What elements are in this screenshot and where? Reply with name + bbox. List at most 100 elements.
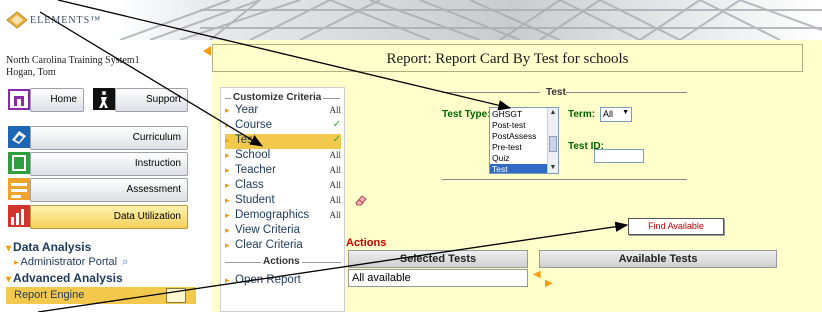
actions-label: Actions [346,237,387,249]
selected-tests-item[interactable]: All available [352,272,411,284]
criteria-value: All [329,105,341,115]
scroll-thumb[interactable] [549,136,557,152]
test-type-listbox[interactable]: GHSGT Post-test PostAssess Pre-test Quiz… [489,107,559,174]
curriculum-button[interactable]: Curriculum [30,126,188,150]
divider [566,92,687,93]
data-analysis-section[interactable]: ▾ Data Analysis [6,240,91,254]
test-type-option[interactable]: GHSGT [490,109,548,119]
home-button[interactable]: Home [30,88,84,112]
instruction-button[interactable]: Instruction [30,152,188,176]
checkmark-icon: ✓ [332,134,341,145]
collapse-nav-tab[interactable] [203,46,211,56]
criteria-label: Student [235,194,275,206]
scroll-up-icon[interactable]: ▲ [548,108,558,118]
system-name: North Carolina Training System1 [6,55,140,66]
instruction-label: Instruction [134,158,181,169]
expanded-triangle-icon: ▾ [6,274,12,285]
data-utilization-button[interactable]: Data Utilization [30,205,188,229]
move-right-arrow-icon[interactable]: ▶ [545,278,553,289]
eraser-icon[interactable] [354,194,368,206]
bullet-triangle-icon: ▸ [14,257,19,267]
test-type-option[interactable]: Post-test [490,120,548,130]
chevron-down-icon: ▼ [622,109,629,116]
bullet-triangle-icon: ▸ [225,275,230,285]
term-select[interactable]: All ▼ [600,107,632,122]
left-nav: North Carolina Training System1 Hogan, T… [0,40,211,312]
criteria-school[interactable]: ▸ School All [225,149,341,164]
actions-subheader: Actions [225,256,341,270]
criteria-label: Teacher [235,164,276,176]
criteria-value: All [329,165,341,175]
test-type-option[interactable]: PostAssess [490,131,548,141]
selected-tests-list[interactable]: All available [348,269,528,287]
test-type-option-selected[interactable]: Test [490,164,548,173]
home-label: Home [50,94,77,105]
criteria-year[interactable]: ▸ Year All [225,104,341,119]
criteria-value: All [329,180,341,190]
criteria-teacher[interactable]: ▸ Teacher All [225,164,341,179]
criteria-student[interactable]: ▸ Student All [225,194,341,209]
assessment-label: Assessment [126,184,181,195]
actions-subheader-title: Actions [261,256,302,267]
elements-logo[interactable]: ELEMENTS™ [6,10,101,30]
open-report-link[interactable]: ▸ Open Report [225,274,341,289]
scroll-down-icon[interactable]: ▼ [548,163,558,173]
divider [442,92,540,93]
test-group-title: Test [546,87,566,98]
home-icon [8,89,30,110]
data-utilization-label: Data Utilization [113,211,181,222]
test-type-option[interactable]: Quiz [490,153,548,163]
assessment-button[interactable]: Assessment [30,178,188,202]
report-title-bar: Report: Report Card By Test for schools [212,44,803,72]
bullet-triangle-icon: ▸ [225,225,230,235]
criteria-label: School [235,149,271,161]
advanced-analysis-section[interactable]: ▾ Advanced Analysis [6,271,123,285]
test-type-option[interactable]: Pre-test [490,142,548,152]
customize-criteria-title: Customize Criteria [231,92,324,103]
curriculum-icon [8,126,30,148]
criteria-value: All [329,195,341,205]
magnifier-icon: ⌕ [122,256,129,268]
criteria-label: View Criteria [235,224,300,236]
administrator-portal-link[interactable]: ▸ Administrator Portal ⌕ [14,256,128,269]
bullet-triangle-icon: ▸ [225,210,230,220]
report-engine-label: Report Engine [14,289,85,301]
term-label: Term: [568,109,596,120]
divider [442,179,687,180]
logo-mark-icon [6,11,28,29]
criteria-class[interactable]: ▸ Class All [225,179,341,194]
criteria-value: All [329,210,341,220]
support-label: Support [145,94,181,105]
support-button[interactable]: Support [115,88,188,112]
curriculum-label: Curriculum [132,132,181,143]
criteria-label: Demographics [235,209,310,221]
criteria-course[interactable]: ▸ Course ✓ [225,119,341,134]
view-criteria-link[interactable]: ▸ View Criteria [225,224,341,239]
selected-tests-header: Selected Tests [348,250,528,268]
bullet-triangle-icon: ▸ [225,150,230,160]
logo-text: ELEMENTS™ [30,14,102,26]
clear-criteria-link[interactable]: ▸ Clear Criteria [225,239,341,254]
report-engine-item[interactable]: Report Engine [6,287,196,304]
banner-truss-graphic [119,0,822,40]
criteria-label: Class [235,179,264,191]
listbox-scrollbar[interactable]: ▲ ▼ [547,108,558,173]
header-banner: ELEMENTS™ [0,0,822,40]
test-type-label: Test Type: [442,109,491,120]
available-tests-header: Available Tests [539,250,777,268]
move-left-arrow-icon[interactable]: ◀ [533,269,541,280]
criteria-label: Year [235,104,259,116]
assessment-icon [8,178,30,200]
support-icon [93,88,115,110]
bullet-triangle-icon: ▸ [225,105,230,115]
expanded-triangle-icon: ▾ [6,243,12,254]
report-engine-icon[interactable] [166,288,186,303]
open-report-label: Open Report [235,274,301,286]
test-id-input[interactable] [594,149,644,163]
criteria-demographics[interactable]: ▸ Demographics All [225,209,341,224]
find-available-button[interactable]: Find Available [628,218,724,235]
criteria-test[interactable]: ▸ Test ✓ [225,134,341,149]
bullet-triangle-icon: ▸ [225,195,230,205]
criteria-label: Clear Criteria [235,239,303,251]
instruction-icon [8,152,30,174]
